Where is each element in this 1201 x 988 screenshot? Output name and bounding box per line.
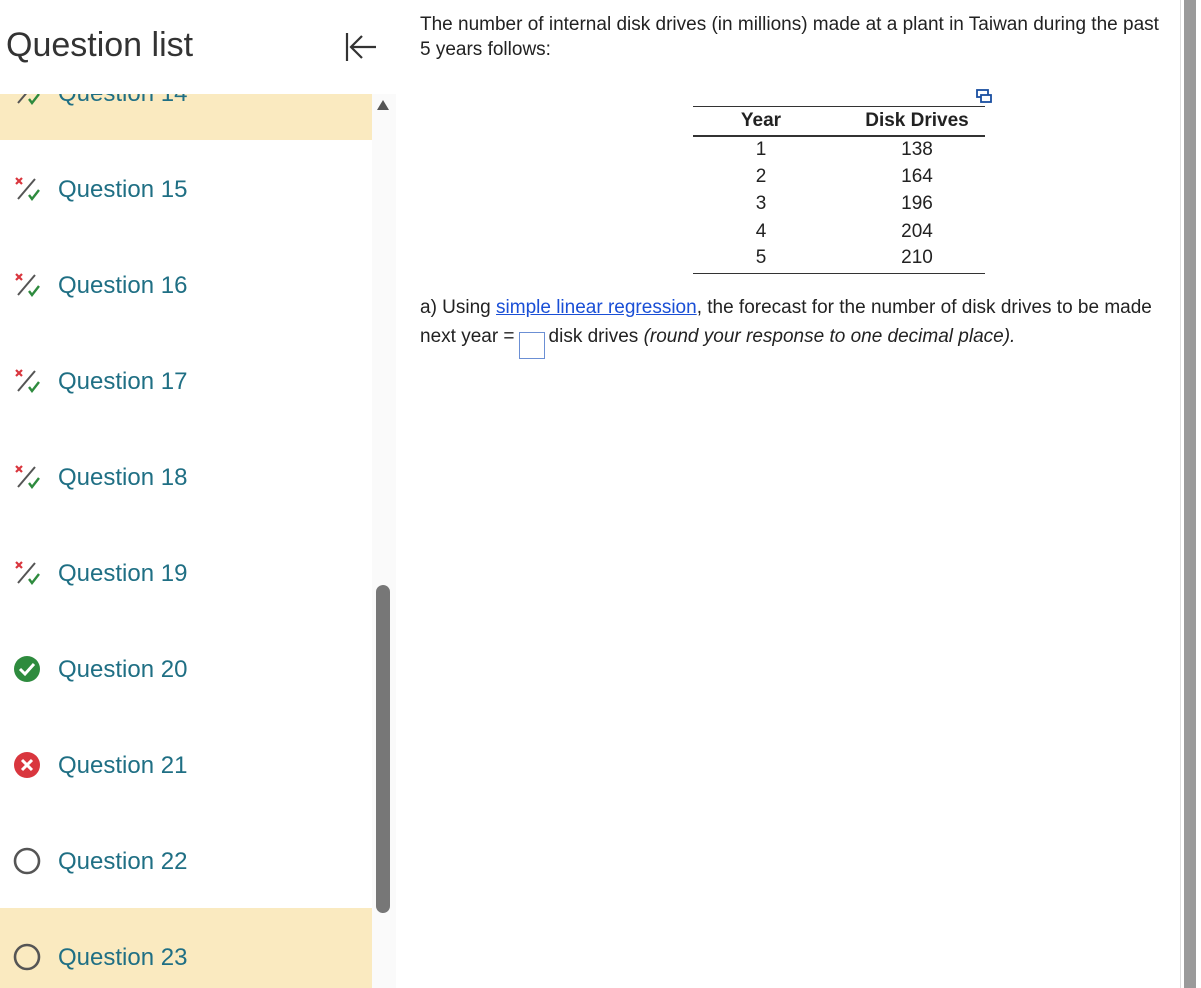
question-text: a) Using simple linear regression, the f… — [420, 293, 1160, 359]
partial-credit-icon — [12, 174, 42, 204]
question-list-item[interactable]: Question 16 — [0, 236, 372, 332]
question-list-item[interactable]: Question 22 — [0, 812, 372, 908]
question-list-item[interactable]: Question 18 — [0, 428, 372, 524]
disk-drives-cell: 204 — [829, 218, 985, 246]
partial-credit-icon — [12, 94, 42, 108]
question-list-item[interactable]: Question 23 — [0, 908, 372, 988]
problem-intro: The number of internal disk drives (in m… — [420, 12, 1160, 62]
table-row: 2164 — [693, 163, 985, 191]
table-row: 1138 — [693, 136, 985, 164]
copy-table-button[interactable] — [975, 88, 993, 104]
partial-credit-icon — [12, 270, 42, 300]
disk-drives-cell: 210 — [829, 246, 985, 274]
table-header-row: Year Disk Drives — [693, 107, 985, 136]
disk-drives-cell: 164 — [829, 163, 985, 191]
table-row: 4204 — [693, 218, 985, 246]
scroll-up-arrow-icon[interactable] — [375, 98, 391, 112]
question-suffix: disk drives — [549, 326, 639, 347]
year-cell: 4 — [693, 218, 829, 246]
partial-credit-icon — [12, 558, 42, 588]
question-list-item[interactable]: Question 14 — [0, 94, 372, 140]
disk-drives-cell: 138 — [829, 136, 985, 164]
question-list-item[interactable]: Question 17 — [0, 332, 372, 428]
question-list-item-label: Question 15 — [58, 176, 187, 204]
question-list-item-label: Question 20 — [58, 656, 187, 684]
empty-circle-icon — [12, 846, 42, 876]
year-cell: 3 — [693, 191, 829, 219]
question-list-item[interactable]: Question 19 — [0, 524, 372, 620]
question-list-item-label: Question 16 — [58, 272, 187, 300]
header-disk-drives: Disk Drives — [829, 107, 985, 136]
question-list-item-label: Question 19 — [58, 560, 187, 588]
question-list-item-label: Question 17 — [58, 368, 187, 396]
partial-credit-icon — [12, 462, 42, 492]
header-year: Year — [693, 107, 829, 136]
table-row: 5210 — [693, 246, 985, 274]
question-list: Question 14 Question 15 Question 16 Questio… — [0, 94, 372, 988]
year-cell: 5 — [693, 246, 829, 274]
partial-credit-icon — [12, 366, 42, 396]
simple-linear-regression-link[interactable]: simple linear regression — [496, 297, 697, 318]
answer-input[interactable] — [519, 332, 545, 359]
scrollbar-thumb[interactable] — [376, 585, 390, 913]
question-list-item-label: Question 22 — [58, 848, 187, 876]
question-list-item[interactable]: Question 20 — [0, 620, 372, 716]
copy-icon — [975, 88, 993, 104]
disk-drives-table: Year Disk Drives 1138 2164 3196 4204 521… — [693, 106, 985, 274]
question-list-item-label: Question 21 — [58, 752, 187, 780]
year-cell: 2 — [693, 163, 829, 191]
empty-circle-icon — [12, 942, 42, 972]
table-row: 3196 — [693, 191, 985, 219]
disk-drives-cell: 196 — [829, 191, 985, 219]
check-circle-icon — [12, 654, 42, 684]
question-list-panel: Question 14 Question 15 Question 16 Questio… — [0, 0, 396, 988]
collapse-panel-button[interactable] — [342, 30, 380, 64]
question-list-item[interactable]: Question 21 — [0, 716, 372, 812]
x-circle-icon — [12, 750, 42, 780]
question-list-track: Question 14 Question 15 Question 16 Questio… — [0, 94, 372, 988]
question-list-item-label: Question 18 — [58, 464, 187, 492]
question-list-title: Question list — [6, 26, 193, 65]
page-scrollbar-thumb[interactable] — [1184, 0, 1196, 988]
collapse-left-icon — [342, 30, 380, 64]
year-cell: 1 — [693, 136, 829, 164]
question-list-header: Question list — [0, 0, 396, 94]
question-prefix: a) Using — [420, 297, 496, 318]
question-list-item[interactable]: Question 15 — [0, 140, 372, 236]
question-list-item-label: Question 14 — [58, 94, 187, 108]
rounding-hint: (round your response to one decimal plac… — [644, 326, 1016, 347]
question-list-item-label: Question 23 — [58, 944, 187, 972]
